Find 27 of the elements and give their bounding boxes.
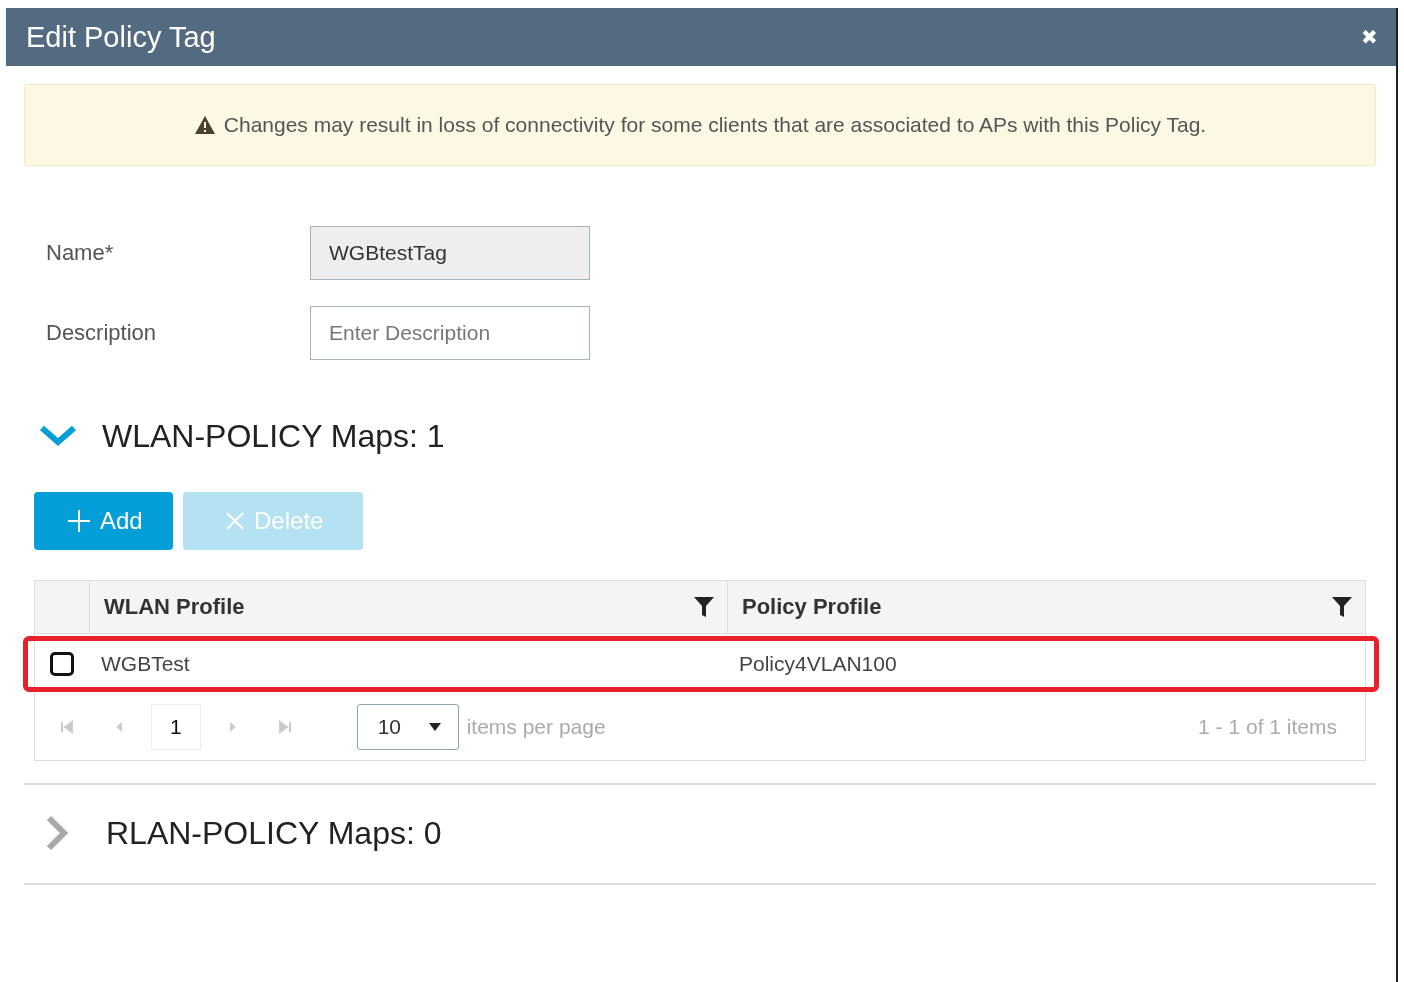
item-count: 1 - 1 of 1 items <box>1198 715 1337 739</box>
page-size-label: items per page <box>466 715 606 739</box>
page-size-dropdown[interactable]: 10 <box>356 704 459 750</box>
dialog-title: Edit Policy Tag <box>26 20 216 54</box>
close-icon <box>224 510 246 532</box>
warning-text: Changes may result in loss of connectivity for some clients that are associated to APs with this Policy Tag. <box>223 113 1207 137</box>
first-page-icon[interactable] <box>59 719 75 735</box>
filter-icon[interactable] <box>693 596 715 618</box>
plus-icon <box>66 508 92 534</box>
field-label: Name* <box>46 240 115 266</box>
field-label: Description <box>46 320 158 346</box>
chevron-down-icon[interactable] <box>40 424 76 448</box>
last-page-icon[interactable] <box>276 719 293 735</box>
row-checkbox[interactable] <box>50 652 74 676</box>
section-title: WLAN-POLICY Maps: 1 <box>102 417 445 455</box>
warning-icon <box>193 115 216 135</box>
table-cell: Policy4VLAN100 <box>739 652 897 676</box>
page-number[interactable]: 1 <box>151 704 201 750</box>
column-header: WLAN Profile <box>104 594 245 620</box>
column-header: Policy Profile <box>742 594 882 620</box>
section-title: RLAN-POLICY Maps: 0 <box>106 814 442 852</box>
filter-icon[interactable] <box>1331 596 1353 618</box>
close-button[interactable]: ✖ <box>1361 25 1378 49</box>
chevron-right-icon[interactable] <box>44 815 70 851</box>
table-cell: WGBTest <box>101 652 190 676</box>
description-field[interactable]: Enter Description <box>310 306 590 360</box>
caret-icon <box>427 722 442 732</box>
